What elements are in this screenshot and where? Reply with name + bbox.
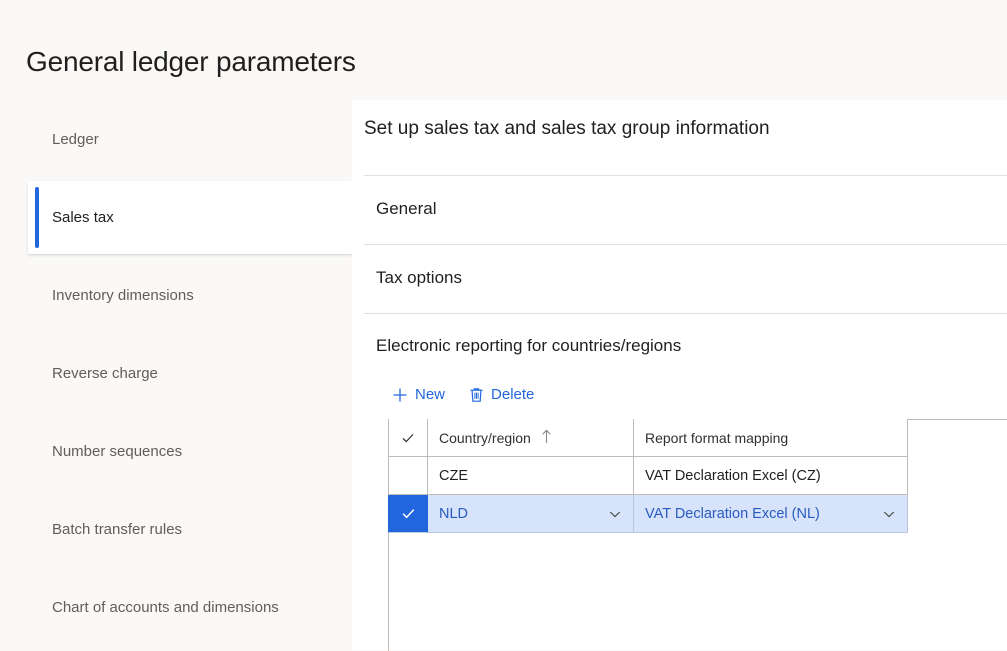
sidebar-item-batch-transfer-rules[interactable]: Batch transfer rules bbox=[0, 490, 352, 568]
sidebar-item-label: Sales tax bbox=[52, 208, 114, 226]
settings-nav: Ledger Sales tax Inventory dimensions Re… bbox=[0, 100, 352, 650]
section-header-label: General bbox=[376, 199, 437, 218]
column-header-label: Country/region bbox=[439, 429, 531, 446]
sidebar-item-number-sequences[interactable]: Number sequences bbox=[0, 412, 352, 490]
sidebar-item-sales-tax[interactable]: Sales tax bbox=[0, 178, 352, 256]
content-title: Set up sales tax and sales tax group inf… bbox=[364, 118, 770, 139]
sidebar-item-reverse-charge[interactable]: Reverse charge bbox=[0, 334, 352, 412]
new-button-label: New bbox=[415, 386, 446, 403]
grid-toolbar: New Delete bbox=[390, 384, 536, 405]
selection-accent-bar bbox=[35, 186, 39, 248]
sidebar-item-ledger[interactable]: Ledger bbox=[0, 100, 352, 178]
page-title: General ledger parameters bbox=[26, 46, 356, 77]
arrow-up-icon bbox=[541, 429, 552, 447]
select-all-checkbox[interactable] bbox=[388, 419, 428, 457]
content-panel: Set up sales tax and sales tax group inf… bbox=[352, 100, 1007, 651]
section-tax-options[interactable]: Tax options bbox=[364, 244, 1007, 313]
sidebar-item-inventory-dimensions[interactable]: Inventory dimensions bbox=[0, 256, 352, 334]
row-checkbox[interactable] bbox=[388, 457, 428, 495]
section-header-label: Tax options bbox=[376, 268, 462, 287]
sidebar-item-label: Number sequences bbox=[52, 442, 183, 460]
sidebar-item-label: Ledger bbox=[52, 130, 99, 148]
section-general[interactable]: General bbox=[364, 175, 1007, 244]
cell-value: VAT Declaration Excel (NL) bbox=[645, 505, 820, 522]
sidebar-item-label: Reverse charge bbox=[52, 364, 158, 382]
section-header-label: Electronic reporting for countries/regio… bbox=[376, 336, 682, 355]
new-button[interactable]: New bbox=[390, 384, 447, 405]
chevron-down-icon[interactable] bbox=[881, 506, 897, 522]
cell-value: NLD bbox=[439, 505, 469, 522]
checkmark-icon bbox=[400, 430, 416, 446]
delete-button[interactable]: Delete bbox=[467, 384, 536, 405]
column-header-report-format-mapping[interactable]: Report format mapping bbox=[634, 419, 908, 457]
grid-header-row: Country/region Report format mapping bbox=[388, 419, 908, 457]
sidebar-item-label: Inventory dimensions bbox=[52, 286, 194, 304]
table-row[interactable]: NLD VAT Declaration Excel (NL) bbox=[388, 495, 908, 533]
plus-icon bbox=[392, 387, 408, 403]
sidebar-item-chart-of-accounts-and-dimensions[interactable]: Chart of accounts and dimensions bbox=[0, 568, 352, 646]
section-electronic-reporting[interactable]: Electronic reporting for countries/regio… bbox=[364, 313, 1007, 651]
column-header-country[interactable]: Country/region bbox=[428, 419, 634, 457]
cell-report-format-mapping[interactable]: VAT Declaration Excel (CZ) bbox=[634, 457, 908, 495]
checkmark-icon bbox=[400, 505, 417, 522]
row-checkbox[interactable] bbox=[388, 495, 428, 533]
chevron-down-icon[interactable] bbox=[607, 506, 623, 522]
sidebar-item-label: Chart of accounts and dimensions bbox=[52, 598, 279, 616]
delete-button-label: Delete bbox=[491, 386, 535, 403]
table-row[interactable]: CZE VAT Declaration Excel (CZ) bbox=[388, 457, 908, 495]
cell-value: CZE bbox=[439, 467, 468, 484]
cell-report-format-mapping[interactable]: VAT Declaration Excel (NL) bbox=[634, 495, 908, 533]
trash-icon bbox=[469, 387, 484, 403]
cell-country[interactable]: CZE bbox=[428, 457, 634, 495]
cell-value: VAT Declaration Excel (CZ) bbox=[645, 467, 821, 484]
column-header-label: Report format mapping bbox=[645, 429, 789, 446]
cell-country[interactable]: NLD bbox=[428, 495, 634, 533]
electronic-reporting-grid: Country/region Report format mapping CZE bbox=[388, 419, 1007, 651]
sidebar-item-label: Batch transfer rules bbox=[52, 520, 183, 538]
